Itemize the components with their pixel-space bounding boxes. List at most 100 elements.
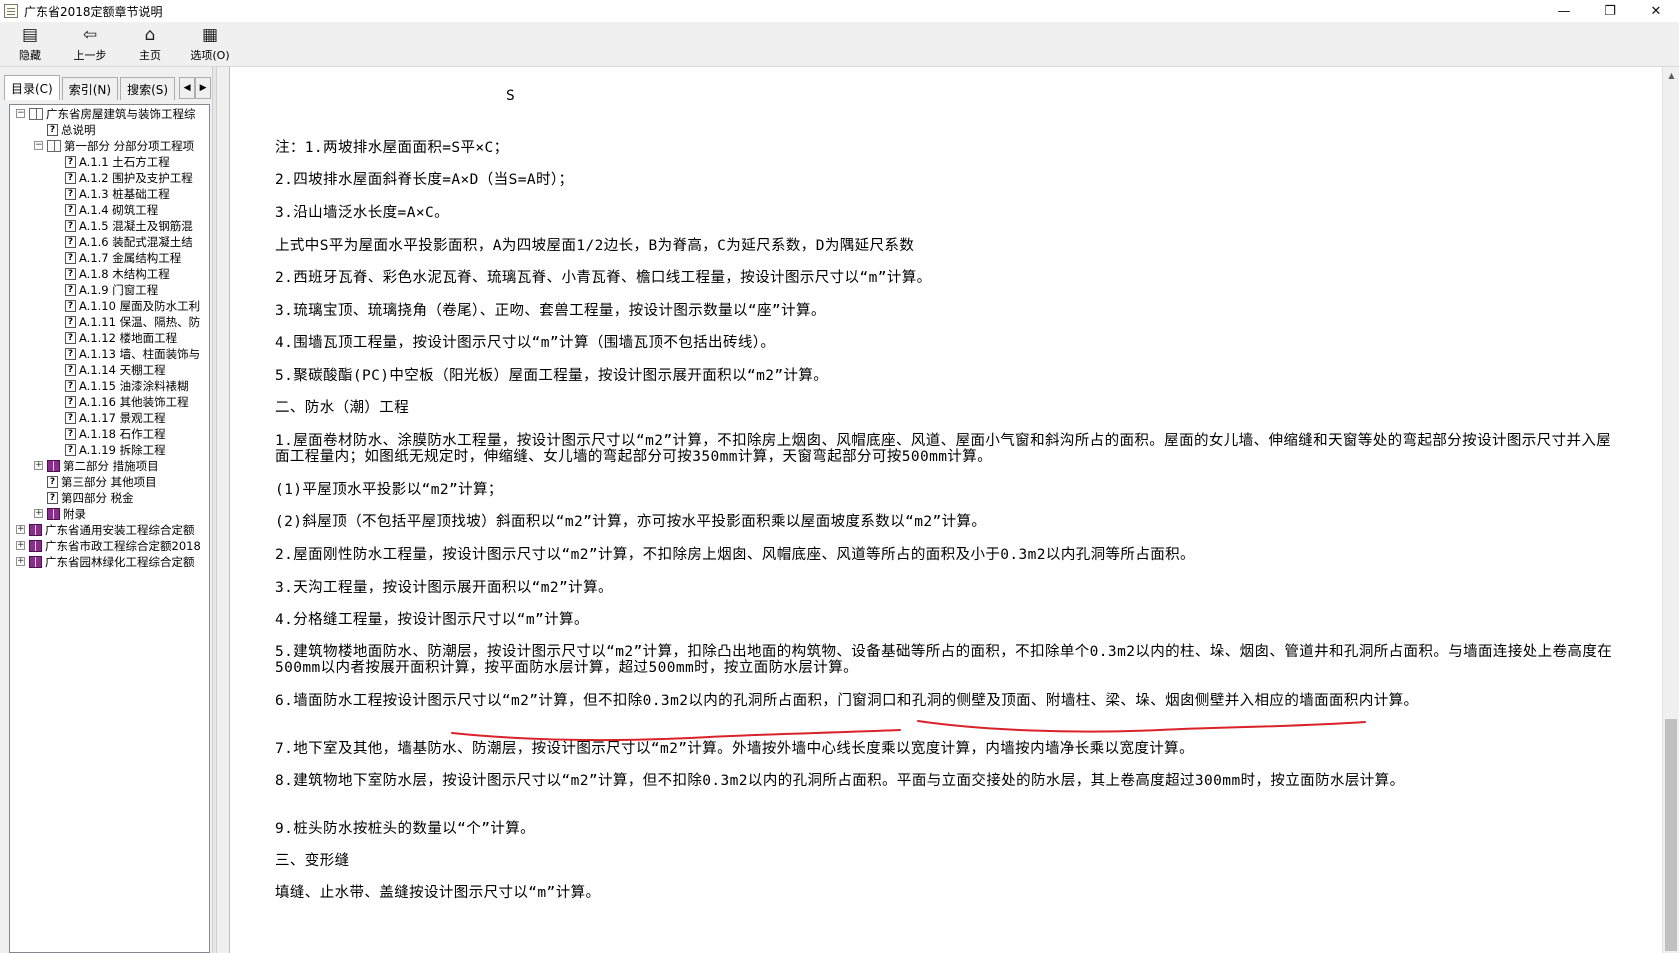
pane-splitter[interactable]	[212, 67, 217, 953]
options-button[interactable]: ▦ 选项(O)	[180, 22, 240, 66]
back-button[interactable]: ⇦ 上一步	[60, 22, 120, 66]
tree-item-label: A.1.3 桩基础工程	[79, 186, 170, 201]
tree-item-label: 总说明	[61, 122, 96, 137]
tree-item[interactable]: ? A.1.4 砌筑工程	[65, 202, 158, 217]
content-paragraph: (1)平屋顶水平投影以“m2”计算；	[275, 482, 503, 498]
tree-item[interactable]: + 广东省园林绿化工程综合定额	[16, 554, 195, 569]
help-page-icon: ?	[65, 299, 76, 312]
tree-item[interactable]: − 广东省房屋建筑与装饰工程综	[16, 106, 196, 121]
collapse-icon[interactable]: −	[16, 109, 25, 118]
content-paragraph: 6.墙面防水工程按设计图示尺寸以“m2”计算，但不扣除0.3m2以内的孔洞所占面…	[275, 693, 1419, 709]
content-paragraph: 填缝、止水带、盖缝按设计图示尺寸以“m”计算。	[275, 885, 601, 901]
tree-item[interactable]: ? A.1.3 桩基础工程	[65, 186, 170, 201]
tree-item[interactable]: ? A.1.8 木结构工程	[65, 266, 170, 281]
tab-index[interactable]: 索引(N)	[61, 77, 119, 100]
tree-item-label: A.1.5 混凝土及钢筋混	[79, 218, 193, 233]
help-page-icon: ?	[65, 203, 76, 216]
tree-item[interactable]: ? A.1.7 金属结构工程	[65, 250, 181, 265]
tree-item-label: 广东省通用安装工程综合定额	[45, 522, 195, 537]
help-page-icon: ?	[65, 363, 76, 376]
tree-item-label: A.1.14 天棚工程	[79, 362, 166, 377]
tree-item-label: A.1.4 砌筑工程	[79, 202, 159, 217]
tree-item-label: 第一部分 分部分项工程项	[64, 138, 195, 153]
options-icon: ▦	[201, 25, 219, 45]
expand-icon[interactable]: +	[16, 557, 25, 566]
tree-item-label: 附录	[63, 506, 86, 521]
tab-contents[interactable]: 目录(C)	[4, 75, 60, 100]
content-paragraph: 1.屋面卷材防水、涂膜防水工程量，按设计图示尺寸以“m2”计算，不扣除房上烟囱、…	[275, 433, 1612, 465]
tree-item-label: A.1.18 石作工程	[79, 426, 166, 441]
content-paragraph: 5.建筑物楼地面防水、防潮层，按设计图示尺寸以“m2”计算，扣除凸出地面的构筑物…	[275, 644, 1613, 676]
tree-item[interactable]: ? A.1.10 屋面及防水工利	[65, 298, 200, 313]
expand-icon[interactable]: +	[16, 541, 25, 550]
tree-item[interactable]: ? A.1.2 围护及支护工程	[65, 170, 193, 185]
tree-item[interactable]: ? A.1.11 保温、隔热、防	[65, 314, 200, 329]
minimize-button[interactable]: —	[1541, 0, 1587, 22]
content-paragraph: 2.四坡排水屋面斜脊长度=A×D（当S=A时）；	[275, 172, 574, 188]
help-page-icon: ?	[47, 491, 58, 504]
tree-item[interactable]: + 广东省市政工程综合定额2018	[16, 538, 201, 553]
closed-book-icon	[29, 539, 42, 552]
expand-icon[interactable]: +	[34, 509, 43, 518]
nav-tabs: 目录(C) 索引(N) 搜索(S) ◀ ▶	[4, 75, 212, 101]
tree-item[interactable]: ? 总说明	[47, 122, 96, 137]
tree-item[interactable]: ? A.1.9 门窗工程	[65, 282, 158, 297]
tree-item[interactable]: + 附录	[34, 506, 86, 521]
tree-item-label: A.1.9 门窗工程	[79, 282, 159, 297]
closed-book-icon	[29, 555, 42, 568]
tree-item[interactable]: ? A.1.14 天棚工程	[65, 362, 166, 377]
tree-item[interactable]: − 第一部分 分部分项工程项	[34, 138, 194, 153]
open-book-icon	[29, 107, 43, 120]
help-page-icon: ?	[65, 219, 76, 232]
help-page-icon: ?	[47, 475, 58, 488]
tree-item-label: A.1.13 墙、柱面装饰与	[79, 346, 201, 361]
tree-item[interactable]: ? A.1.12 楼地面工程	[65, 330, 177, 345]
tree-item[interactable]: ? A.1.19 拆除工程	[65, 442, 166, 457]
scroll-up-icon[interactable]: ▲	[1663, 67, 1679, 84]
contents-tree[interactable]: − 广东省房屋建筑与装饰工程综? 总说明 − 第一部分 分部分项工程项? A.1.1 土石…	[9, 104, 210, 953]
tree-item[interactable]: ? A.1.16 其他装饰工程	[65, 394, 189, 409]
hide-button[interactable]: ▤ 隐藏	[0, 22, 60, 66]
content-paragraph: 9.桩头防水按桩头的数量以“个”计算。	[275, 821, 536, 837]
help-app-icon	[4, 4, 18, 18]
tree-item[interactable]: ? A.1.5 混凝土及钢筋混	[65, 218, 193, 233]
tree-item[interactable]: ? 第三部分 其他项目	[47, 474, 157, 489]
home-button[interactable]: ⌂ 主页	[120, 22, 180, 66]
tab-scroll-right-icon[interactable]: ▶	[195, 77, 212, 99]
expand-icon[interactable]: +	[16, 525, 25, 534]
help-page-icon: ?	[65, 331, 76, 344]
close-button[interactable]: ✕	[1633, 0, 1679, 22]
tree-item[interactable]: ? A.1.18 石作工程	[65, 426, 166, 441]
content-paragraph: 上式中S平为屋面水平投影面积，A为四坡屋面1/2边长，B为脊高，C为延尺系数，D…	[275, 238, 915, 254]
help-page-icon: ?	[65, 267, 76, 280]
help-page-icon: ?	[65, 283, 76, 296]
collapse-icon[interactable]: −	[34, 141, 43, 150]
tree-item-label: 第三部分 其他项目	[61, 474, 157, 489]
tree-item[interactable]: + 广东省通用安装工程综合定额	[16, 522, 195, 537]
content-paragraph: (2)斜屋顶（不包括平屋顶找坡）斜面积以“m2”计算，亦可按水平投影面积乘以屋面…	[275, 514, 987, 530]
tree-item[interactable]: ? A.1.6 装配式混凝土结	[65, 234, 193, 249]
tab-search[interactable]: 搜索(S)	[120, 77, 176, 100]
tree-item[interactable]: ? A.1.17 景观工程	[65, 410, 166, 425]
tree-item[interactable]: + 第二部分 措施项目	[34, 458, 159, 473]
content-paragraph: 8.建筑物地下室防水层，按设计图示尺寸以“m2”计算，但不扣除0.3m2以内的孔…	[275, 773, 1405, 789]
content-paragraph: 3.天沟工程量，按设计图示展开面积以“m2”计算。	[275, 580, 613, 596]
tab-scroll-left-icon[interactable]: ◀	[179, 77, 196, 99]
help-page-icon: ?	[65, 187, 76, 200]
tree-item-label: A.1.2 围护及支护工程	[79, 170, 193, 185]
content-paragraph: 注：1.两坡排水屋面面积=S平×C；	[275, 140, 509, 156]
expand-icon[interactable]: +	[34, 461, 43, 470]
window-controls: — ❐ ✕	[1541, 0, 1679, 22]
help-page-icon: ?	[65, 347, 76, 360]
content-scrollbar[interactable]: ▲	[1662, 67, 1679, 953]
scroll-thumb[interactable]	[1665, 719, 1677, 951]
tree-item[interactable]: ? 第四部分 税金	[47, 490, 134, 505]
tree-item-label: A.1.7 金属结构工程	[79, 250, 182, 265]
help-page-icon: ?	[65, 251, 76, 264]
maximize-button[interactable]: ❐	[1587, 0, 1633, 22]
tree-item[interactable]: ? A.1.15 油漆涂料裱糊	[65, 378, 189, 393]
tree-item[interactable]: ? A.1.13 墙、柱面装饰与	[65, 346, 200, 361]
tree-item-label: A.1.12 楼地面工程	[79, 330, 178, 345]
tree-item[interactable]: ? A.1.1 土石方工程	[65, 154, 170, 169]
help-page-icon: ?	[65, 427, 76, 440]
